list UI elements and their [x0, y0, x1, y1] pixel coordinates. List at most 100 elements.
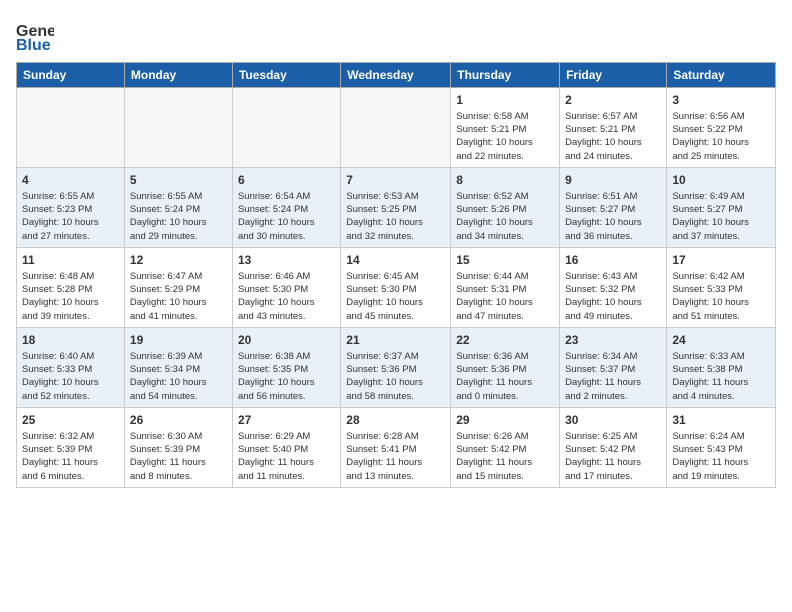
- weekday-header: Sunday: [17, 63, 125, 88]
- day-info: Sunrise: 6:49 AM Sunset: 5:27 PM Dayligh…: [672, 190, 770, 243]
- weekday-header: Tuesday: [232, 63, 340, 88]
- calendar-day-cell: 24Sunrise: 6:33 AM Sunset: 5:38 PM Dayli…: [667, 327, 776, 407]
- calendar-day-cell: 14Sunrise: 6:45 AM Sunset: 5:30 PM Dayli…: [341, 247, 451, 327]
- weekday-header: Monday: [124, 63, 232, 88]
- day-info: Sunrise: 6:45 AM Sunset: 5:30 PM Dayligh…: [346, 270, 445, 323]
- calendar-week-row: 25Sunrise: 6:32 AM Sunset: 5:39 PM Dayli…: [17, 407, 776, 487]
- day-number: 13: [238, 252, 335, 269]
- calendar-day-cell: 11Sunrise: 6:48 AM Sunset: 5:28 PM Dayli…: [17, 247, 125, 327]
- calendar-day-cell: 18Sunrise: 6:40 AM Sunset: 5:33 PM Dayli…: [17, 327, 125, 407]
- day-info: Sunrise: 6:55 AM Sunset: 5:24 PM Dayligh…: [130, 190, 227, 243]
- calendar-day-cell: 17Sunrise: 6:42 AM Sunset: 5:33 PM Dayli…: [667, 247, 776, 327]
- day-number: 30: [565, 412, 661, 429]
- day-info: Sunrise: 6:48 AM Sunset: 5:28 PM Dayligh…: [22, 270, 119, 323]
- day-number: 14: [346, 252, 445, 269]
- day-number: 7: [346, 172, 445, 189]
- calendar-day-cell: 26Sunrise: 6:30 AM Sunset: 5:39 PM Dayli…: [124, 407, 232, 487]
- calendar-day-cell: 1Sunrise: 6:58 AM Sunset: 5:21 PM Daylig…: [451, 88, 560, 168]
- calendar-day-cell: 12Sunrise: 6:47 AM Sunset: 5:29 PM Dayli…: [124, 247, 232, 327]
- calendar-day-cell: 22Sunrise: 6:36 AM Sunset: 5:36 PM Dayli…: [451, 327, 560, 407]
- logo: General Blue: [16, 16, 54, 54]
- calendar-day-cell: 25Sunrise: 6:32 AM Sunset: 5:39 PM Dayli…: [17, 407, 125, 487]
- day-number: 6: [238, 172, 335, 189]
- calendar-day-cell: 19Sunrise: 6:39 AM Sunset: 5:34 PM Dayli…: [124, 327, 232, 407]
- day-info: Sunrise: 6:30 AM Sunset: 5:39 PM Dayligh…: [130, 430, 227, 483]
- day-number: 20: [238, 332, 335, 349]
- calendar-day-cell: [124, 88, 232, 168]
- calendar-day-cell: 13Sunrise: 6:46 AM Sunset: 5:30 PM Dayli…: [232, 247, 340, 327]
- day-info: Sunrise: 6:52 AM Sunset: 5:26 PM Dayligh…: [456, 190, 554, 243]
- day-info: Sunrise: 6:47 AM Sunset: 5:29 PM Dayligh…: [130, 270, 227, 323]
- calendar-day-cell: 8Sunrise: 6:52 AM Sunset: 5:26 PM Daylig…: [451, 167, 560, 247]
- calendar-week-row: 18Sunrise: 6:40 AM Sunset: 5:33 PM Dayli…: [17, 327, 776, 407]
- day-number: 17: [672, 252, 770, 269]
- day-info: Sunrise: 6:34 AM Sunset: 5:37 PM Dayligh…: [565, 350, 661, 403]
- day-number: 27: [238, 412, 335, 429]
- day-info: Sunrise: 6:46 AM Sunset: 5:30 PM Dayligh…: [238, 270, 335, 323]
- day-info: Sunrise: 6:38 AM Sunset: 5:35 PM Dayligh…: [238, 350, 335, 403]
- calendar-day-cell: 4Sunrise: 6:55 AM Sunset: 5:23 PM Daylig…: [17, 167, 125, 247]
- day-info: Sunrise: 6:43 AM Sunset: 5:32 PM Dayligh…: [565, 270, 661, 323]
- day-number: 19: [130, 332, 227, 349]
- day-number: 31: [672, 412, 770, 429]
- calendar-day-cell: 29Sunrise: 6:26 AM Sunset: 5:42 PM Dayli…: [451, 407, 560, 487]
- day-number: 15: [456, 252, 554, 269]
- day-number: 21: [346, 332, 445, 349]
- calendar-day-cell: 15Sunrise: 6:44 AM Sunset: 5:31 PM Dayli…: [451, 247, 560, 327]
- calendar-week-row: 1Sunrise: 6:58 AM Sunset: 5:21 PM Daylig…: [17, 88, 776, 168]
- day-number: 12: [130, 252, 227, 269]
- day-info: Sunrise: 6:40 AM Sunset: 5:33 PM Dayligh…: [22, 350, 119, 403]
- calendar-week-row: 4Sunrise: 6:55 AM Sunset: 5:23 PM Daylig…: [17, 167, 776, 247]
- weekday-header: Friday: [560, 63, 667, 88]
- day-number: 8: [456, 172, 554, 189]
- day-info: Sunrise: 6:32 AM Sunset: 5:39 PM Dayligh…: [22, 430, 119, 483]
- day-number: 16: [565, 252, 661, 269]
- calendar-day-cell: [17, 88, 125, 168]
- calendar-day-cell: 23Sunrise: 6:34 AM Sunset: 5:37 PM Dayli…: [560, 327, 667, 407]
- day-number: 25: [22, 412, 119, 429]
- day-info: Sunrise: 6:29 AM Sunset: 5:40 PM Dayligh…: [238, 430, 335, 483]
- day-info: Sunrise: 6:56 AM Sunset: 5:22 PM Dayligh…: [672, 110, 770, 163]
- day-info: Sunrise: 6:53 AM Sunset: 5:25 PM Dayligh…: [346, 190, 445, 243]
- calendar-day-cell: 16Sunrise: 6:43 AM Sunset: 5:32 PM Dayli…: [560, 247, 667, 327]
- day-number: 28: [346, 412, 445, 429]
- calendar-day-cell: 30Sunrise: 6:25 AM Sunset: 5:42 PM Dayli…: [560, 407, 667, 487]
- calendar-header-row: SundayMondayTuesdayWednesdayThursdayFrid…: [17, 63, 776, 88]
- day-info: Sunrise: 6:55 AM Sunset: 5:23 PM Dayligh…: [22, 190, 119, 243]
- day-number: 9: [565, 172, 661, 189]
- calendar-day-cell: [341, 88, 451, 168]
- calendar-day-cell: 3Sunrise: 6:56 AM Sunset: 5:22 PM Daylig…: [667, 88, 776, 168]
- page-header: General Blue: [16, 16, 776, 54]
- day-number: 10: [672, 172, 770, 189]
- calendar-day-cell: 28Sunrise: 6:28 AM Sunset: 5:41 PM Dayli…: [341, 407, 451, 487]
- calendar-day-cell: [232, 88, 340, 168]
- day-number: 2: [565, 92, 661, 109]
- day-info: Sunrise: 6:25 AM Sunset: 5:42 PM Dayligh…: [565, 430, 661, 483]
- day-info: Sunrise: 6:28 AM Sunset: 5:41 PM Dayligh…: [346, 430, 445, 483]
- calendar-day-cell: 10Sunrise: 6:49 AM Sunset: 5:27 PM Dayli…: [667, 167, 776, 247]
- day-number: 18: [22, 332, 119, 349]
- calendar-day-cell: 5Sunrise: 6:55 AM Sunset: 5:24 PM Daylig…: [124, 167, 232, 247]
- day-info: Sunrise: 6:26 AM Sunset: 5:42 PM Dayligh…: [456, 430, 554, 483]
- calendar-day-cell: 27Sunrise: 6:29 AM Sunset: 5:40 PM Dayli…: [232, 407, 340, 487]
- day-number: 29: [456, 412, 554, 429]
- calendar-week-row: 11Sunrise: 6:48 AM Sunset: 5:28 PM Dayli…: [17, 247, 776, 327]
- day-info: Sunrise: 6:58 AM Sunset: 5:21 PM Dayligh…: [456, 110, 554, 163]
- calendar-day-cell: 2Sunrise: 6:57 AM Sunset: 5:21 PM Daylig…: [560, 88, 667, 168]
- weekday-header: Wednesday: [341, 63, 451, 88]
- day-number: 24: [672, 332, 770, 349]
- calendar-table: SundayMondayTuesdayWednesdayThursdayFrid…: [16, 62, 776, 488]
- day-number: 23: [565, 332, 661, 349]
- day-number: 4: [22, 172, 119, 189]
- calendar-day-cell: 9Sunrise: 6:51 AM Sunset: 5:27 PM Daylig…: [560, 167, 667, 247]
- day-info: Sunrise: 6:36 AM Sunset: 5:36 PM Dayligh…: [456, 350, 554, 403]
- weekday-header: Saturday: [667, 63, 776, 88]
- day-info: Sunrise: 6:51 AM Sunset: 5:27 PM Dayligh…: [565, 190, 661, 243]
- calendar-day-cell: 31Sunrise: 6:24 AM Sunset: 5:43 PM Dayli…: [667, 407, 776, 487]
- day-number: 1: [456, 92, 554, 109]
- day-number: 5: [130, 172, 227, 189]
- day-number: 22: [456, 332, 554, 349]
- calendar-day-cell: 6Sunrise: 6:54 AM Sunset: 5:24 PM Daylig…: [232, 167, 340, 247]
- day-info: Sunrise: 6:44 AM Sunset: 5:31 PM Dayligh…: [456, 270, 554, 323]
- day-info: Sunrise: 6:54 AM Sunset: 5:24 PM Dayligh…: [238, 190, 335, 243]
